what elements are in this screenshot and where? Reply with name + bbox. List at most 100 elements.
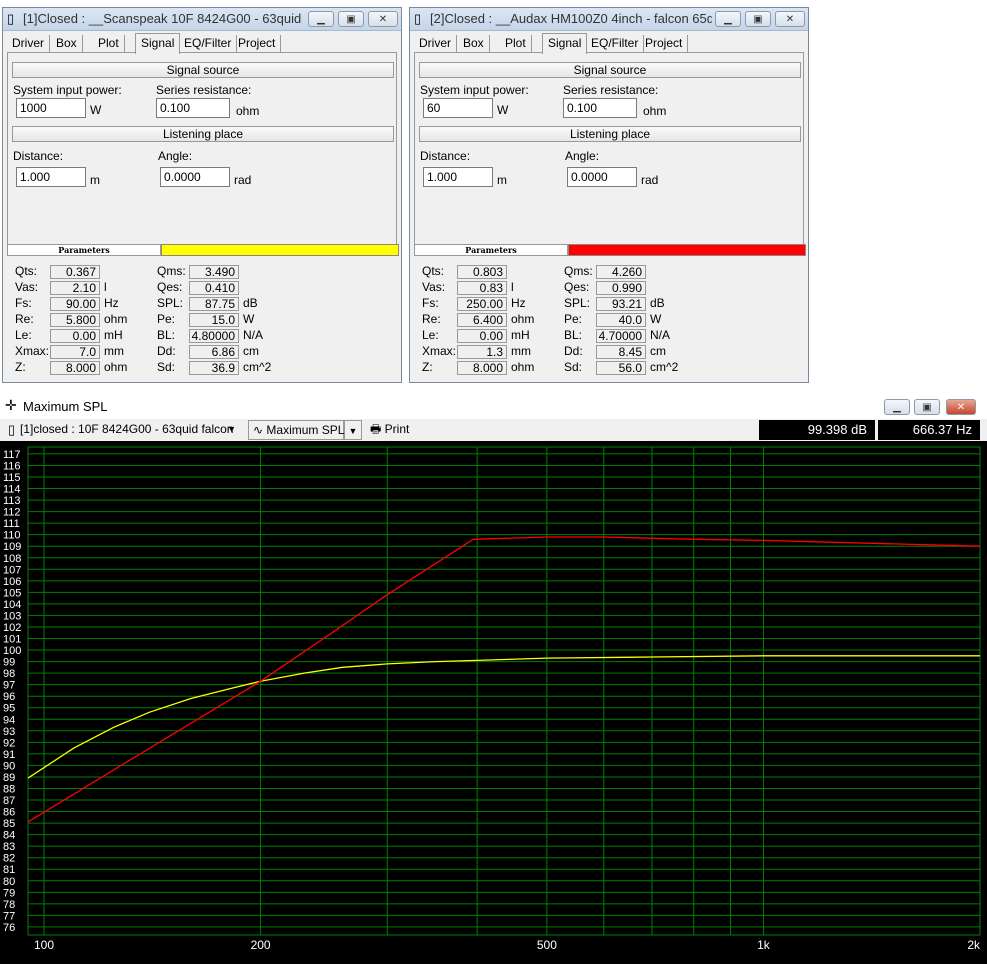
param-value: 15.0 [189, 313, 239, 327]
tab-project[interactable]: Project [233, 35, 282, 52]
y-tick-label: 107 [3, 564, 21, 576]
spl-chart[interactable]: 7677787980818283848586878889909192939495… [0, 441, 987, 964]
series-resistance-label: Series resistance: [156, 83, 252, 97]
y-tick-label: 80 [3, 876, 15, 888]
param-label: Vas: [422, 280, 446, 294]
param-label: Xmax: [422, 344, 457, 358]
param-unit: cm [243, 344, 259, 358]
y-tick-label: 82 [3, 853, 15, 865]
system-input-power-unit: W [497, 103, 509, 117]
param-value: 0.990 [596, 281, 646, 295]
y-tick-label: 95 [3, 703, 15, 715]
document-icon: ▯ [414, 11, 422, 26]
tab-project[interactable]: Project [640, 35, 689, 52]
project-select[interactable]: [1]closed : 10F 8424G00 - 63quid falcon … [20, 420, 240, 440]
window-2-titlebar[interactable]: ▯ [2]Closed : __Audax HM100Z0 4inch - fa… [410, 8, 808, 31]
y-tick-label: 85 [3, 818, 15, 830]
series-resistance-unit: ohm [236, 104, 260, 118]
maximize-button[interactable]: ▣ [914, 399, 940, 415]
param-label: Dd: [157, 344, 176, 358]
param-label: Pe: [157, 312, 176, 326]
graph-select-dropdown[interactable]: ▼ [344, 420, 362, 440]
param-unit: cm [650, 344, 666, 358]
angle-input[interactable]: 0.0000 [567, 167, 637, 187]
series-resistance-unit: ohm [643, 104, 667, 118]
graph-select[interactable]: ∿ Maximum SPL [248, 420, 344, 440]
y-tick-label: 98 [3, 668, 15, 680]
y-tick-label: 92 [3, 737, 15, 749]
spl-plot-area[interactable]: 76 77 78 79 80 81 82 83 84 85 86 87 88 89 90 91 92 93 94 95… [0, 441, 987, 964]
param-unit: cm^2 [650, 360, 679, 374]
print-button[interactable]: 🖶 Print [370, 420, 420, 440]
distance-label: Distance: [420, 149, 471, 163]
param-value: 4.80000 [189, 329, 239, 343]
x-tick-label: 1k [757, 938, 771, 952]
system-input-power-label: System input power: [420, 83, 529, 97]
y-tick-label: 100 [3, 645, 21, 657]
param-label: BL: [564, 328, 583, 342]
tab-eq-filter[interactable]: EQ/Filter [179, 35, 238, 52]
series-resistance-input[interactable]: 0.100 [156, 98, 230, 118]
param-value: 4.70000 [596, 329, 646, 343]
param-value: 0.803 [457, 265, 507, 279]
y-tick-label: 116 [3, 460, 21, 472]
crosshair-icon: ✛ [5, 397, 17, 413]
system-input-power-input[interactable]: 60 [423, 98, 493, 118]
distance-input[interactable]: 1.000 [16, 167, 86, 187]
series-resistance-label: Series resistance: [563, 83, 659, 97]
y-tick-label: 101 [3, 634, 21, 646]
close-button[interactable]: ✕ [368, 11, 398, 27]
param-unit: l [104, 280, 107, 294]
y-tick-label: 115 [3, 472, 21, 484]
param-value: 0.410 [189, 281, 239, 295]
param-label: Fs: [15, 296, 32, 310]
param-unit: N/A [650, 328, 671, 342]
tab-box[interactable]: Box [458, 35, 490, 52]
close-button[interactable]: ✕ [775, 11, 805, 27]
system-input-power-label: System input power: [13, 83, 122, 97]
minimize-button[interactable]: ▁ [308, 11, 334, 27]
document-icon: ▯ [8, 422, 16, 437]
param-unit: mH [104, 328, 123, 342]
angle-label: Angle: [158, 149, 193, 163]
tab-driver[interactable]: Driver [7, 35, 50, 52]
y-tick-label: 113 [3, 495, 21, 507]
minimize-button[interactable]: ▁ [884, 399, 910, 415]
system-input-power-input[interactable]: 1000 [16, 98, 86, 118]
param-unit: N/A [243, 328, 264, 342]
param-value: 5.800 [50, 313, 100, 327]
tab-plot[interactable]: Plot [93, 35, 125, 52]
series-resistance-input[interactable]: 0.100 [563, 98, 637, 118]
y-tick-label: 112 [3, 507, 21, 519]
tab-plot[interactable]: Plot [500, 35, 532, 52]
window-2-title: [2]Closed : __Audax HM100Z0 4inch - falc… [430, 11, 712, 26]
graph-select-value: Maximum SPL [266, 423, 345, 437]
maximize-button[interactable]: ▣ [338, 11, 364, 27]
y-tick-label: 104 [3, 599, 21, 611]
param-unit: W [243, 312, 255, 326]
minimize-button[interactable]: ▁ [715, 11, 741, 27]
param-label: Qms: [564, 264, 593, 278]
driver-window-2: ▯ [2]Closed : __Audax HM100Z0 4inch - fa… [409, 7, 809, 383]
y-tick-label: 89 [3, 772, 15, 784]
signal-panel: Signal source System input power: 60 W S… [414, 52, 804, 248]
param-label: Qes: [564, 280, 590, 294]
window-1-titlebar[interactable]: ▯ [1]Closed : __Scanspeak 10F 8424G00 - … [3, 8, 401, 31]
tab-eq-filter[interactable]: EQ/Filter [586, 35, 645, 52]
param-unit: W [650, 312, 662, 326]
tab-driver[interactable]: Driver [414, 35, 457, 52]
angle-input[interactable]: 0.0000 [160, 167, 230, 187]
maximize-button[interactable]: ▣ [745, 11, 771, 27]
close-button[interactable]: ✕ [946, 399, 976, 415]
tab-signal[interactable]: Signal [542, 33, 588, 54]
tab-box[interactable]: Box [51, 35, 83, 52]
parameters-header: Parameters [414, 244, 568, 256]
param-label: Qts: [15, 264, 38, 278]
param-value: 7.0 [50, 345, 100, 359]
graph-window-titlebar[interactable]: ✛ Maximum SPL ▁ ▣ ✕ [0, 393, 987, 420]
param-unit: ohm [511, 360, 535, 374]
tab-signal[interactable]: Signal [135, 33, 181, 54]
sine-wave-icon: ∿ [253, 423, 264, 437]
project-select-value: [1]closed : 10F 8424G00 - 63quid falcon [20, 422, 234, 436]
distance-input[interactable]: 1.000 [423, 167, 493, 187]
